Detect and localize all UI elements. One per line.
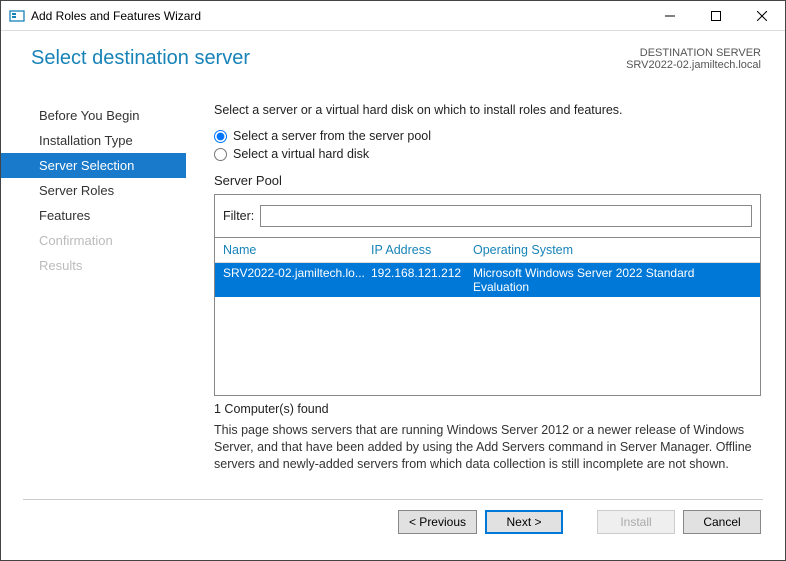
sidebar-item-confirmation: Confirmation bbox=[1, 228, 186, 253]
cell-name: SRV2022-02.jamiltech.lo... bbox=[223, 266, 371, 294]
maximize-button[interactable] bbox=[693, 1, 739, 31]
radio-vhd[interactable]: Select a virtual hard disk bbox=[214, 147, 761, 161]
table-header: Name IP Address Operating System bbox=[215, 238, 760, 263]
server-pool-label: Server Pool bbox=[214, 173, 761, 188]
sidebar-item-server-roles[interactable]: Server Roles bbox=[1, 178, 186, 203]
col-header-name[interactable]: Name bbox=[223, 243, 371, 257]
sidebar-item-server-selection[interactable]: Server Selection bbox=[1, 153, 186, 178]
radio-vhd-label: Select a virtual hard disk bbox=[233, 147, 369, 161]
app-icon bbox=[9, 8, 25, 24]
sidebar-item-installation-type[interactable]: Installation Type bbox=[1, 128, 186, 153]
sidebar-item-features[interactable]: Features bbox=[1, 203, 186, 228]
instruction-text: Select a server or a virtual hard disk o… bbox=[214, 103, 761, 117]
radio-server-pool-label: Select a server from the server pool bbox=[233, 129, 431, 143]
install-button: Install bbox=[597, 510, 675, 534]
window-title: Add Roles and Features Wizard bbox=[31, 9, 647, 23]
minimize-button[interactable] bbox=[647, 1, 693, 31]
radio-server-pool[interactable]: Select a server from the server pool bbox=[214, 129, 761, 143]
cell-ip: 192.168.121.212 bbox=[371, 266, 473, 294]
sidebar-item-before-you-begin[interactable]: Before You Begin bbox=[1, 103, 186, 128]
filter-input[interactable] bbox=[260, 205, 752, 227]
filter-label: Filter: bbox=[223, 209, 254, 223]
cancel-button[interactable]: Cancel bbox=[683, 510, 761, 534]
close-button[interactable] bbox=[739, 1, 785, 31]
table-row[interactable]: SRV2022-02.jamiltech.lo... 192.168.121.2… bbox=[215, 263, 760, 297]
page-description: This page shows servers that are running… bbox=[214, 422, 761, 473]
main-panel: Select a server or a virtual hard disk o… bbox=[186, 89, 785, 489]
sidebar-item-results: Results bbox=[1, 253, 186, 278]
header-meta: DESTINATION SERVER SRV2022-02.jamiltech.… bbox=[626, 47, 761, 71]
col-header-ip[interactable]: IP Address bbox=[371, 243, 473, 257]
previous-button[interactable]: < Previous bbox=[398, 510, 477, 534]
radio-vhd-input[interactable] bbox=[214, 148, 227, 161]
next-button[interactable]: Next > bbox=[485, 510, 563, 534]
computers-found: 1 Computer(s) found bbox=[214, 402, 761, 416]
col-header-os[interactable]: Operating System bbox=[473, 243, 752, 257]
cell-os: Microsoft Windows Server 2022 Standard E… bbox=[473, 266, 752, 294]
radio-server-pool-input[interactable] bbox=[214, 130, 227, 143]
dest-label: DESTINATION SERVER bbox=[626, 47, 761, 59]
footer: < Previous Next > Install Cancel bbox=[1, 500, 785, 544]
filter-box: Filter: bbox=[214, 194, 761, 238]
server-table: Name IP Address Operating System SRV2022… bbox=[214, 238, 761, 396]
content: Before You Begin Installation Type Serve… bbox=[1, 89, 785, 489]
titlebar: Add Roles and Features Wizard bbox=[1, 1, 785, 31]
header: Select destination server DESTINATION SE… bbox=[1, 31, 785, 89]
dest-server: SRV2022-02.jamiltech.local bbox=[626, 59, 761, 71]
window-controls bbox=[647, 1, 785, 31]
sidebar: Before You Begin Installation Type Serve… bbox=[1, 89, 186, 489]
page-title: Select destination server bbox=[31, 47, 626, 70]
